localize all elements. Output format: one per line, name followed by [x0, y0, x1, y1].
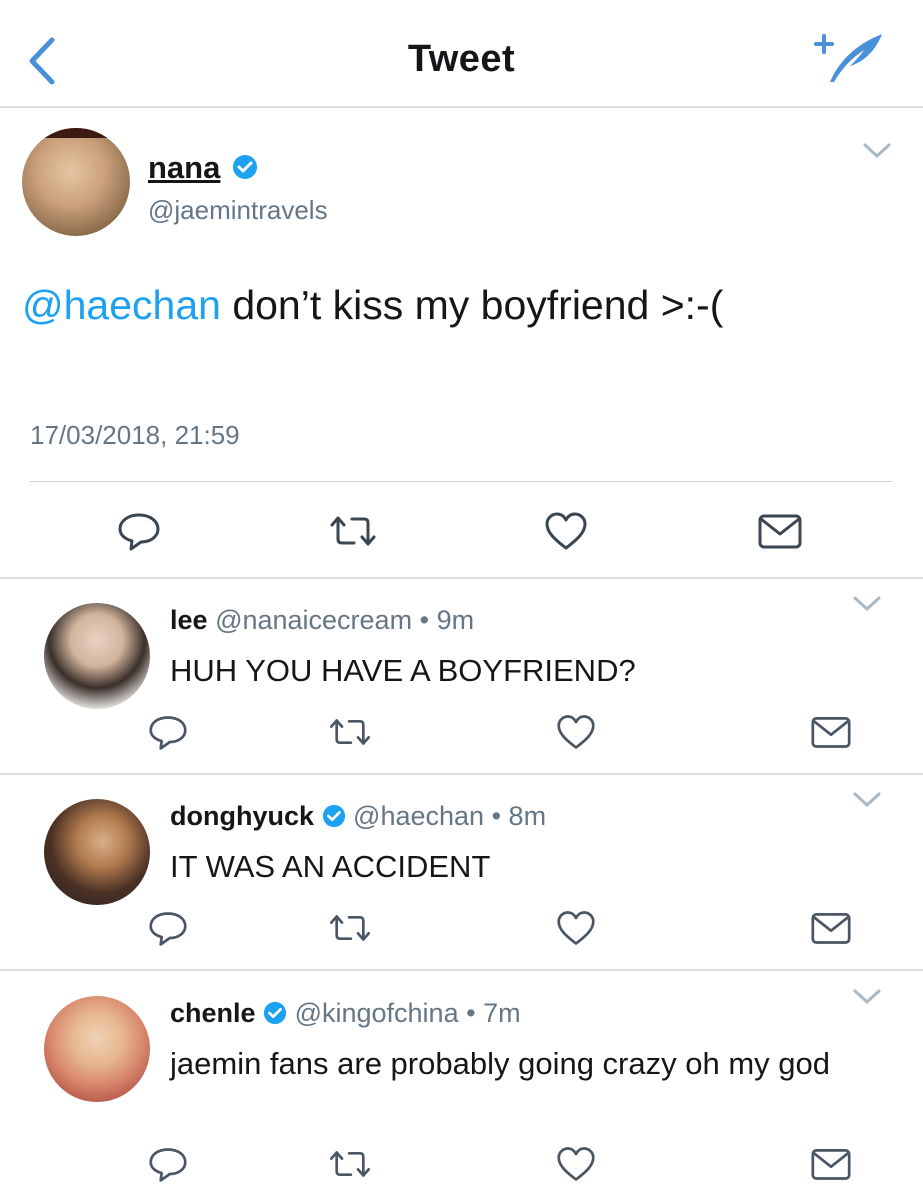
- reply-text: IT WAS AN ACCIDENT: [170, 849, 491, 884]
- compose-tweet-icon: [814, 34, 882, 82]
- direct-message-icon: [811, 717, 851, 748]
- reply-author-handle[interactable]: @haechan: [353, 801, 484, 831]
- retweet-icon: [330, 1151, 370, 1177]
- reply-button[interactable]: [148, 908, 192, 952]
- verified-badge-icon: [263, 1001, 287, 1025]
- divider: [30, 481, 892, 482]
- separator-dot: •: [466, 998, 476, 1028]
- page-title: Tweet: [407, 38, 516, 80]
- retweet-icon: [330, 516, 376, 546]
- reply-text: HUH YOU HAVE A BOYFRIEND?: [170, 653, 636, 688]
- separator-dot: •: [491, 801, 502, 831]
- like-button[interactable]: [556, 712, 600, 756]
- direct-message-button[interactable]: [810, 712, 854, 756]
- retweet-icon: [330, 915, 370, 941]
- chevron-down-icon: [863, 143, 891, 159]
- divider: [0, 577, 923, 579]
- retweet-icon: [330, 719, 370, 745]
- like-icon: [545, 512, 587, 550]
- reply-author-name[interactable]: donghyuck: [170, 801, 314, 831]
- verified-badge-icon: [232, 154, 258, 180]
- reply-button[interactable]: [117, 509, 161, 553]
- avatar[interactable]: [22, 128, 130, 236]
- chevron-down-icon: [853, 989, 881, 1005]
- header-divider: [0, 106, 923, 108]
- author-name[interactable]: nana: [148, 150, 220, 186]
- like-button[interactable]: [556, 908, 600, 952]
- direct-message-button[interactable]: [757, 509, 802, 553]
- reply-header: chenle @kingofchina • 7m: [170, 998, 521, 1029]
- avatar[interactable]: [44, 603, 150, 709]
- reply-author-handle[interactable]: @nanaicecream: [215, 605, 412, 635]
- direct-message-icon: [811, 913, 851, 944]
- reply-icon: [149, 716, 187, 750]
- separator-dot: •: [419, 605, 430, 635]
- reply-icon: [118, 513, 160, 551]
- like-button[interactable]: [544, 509, 588, 553]
- reply-icon: [149, 1148, 187, 1182]
- tweet-timestamp: 17/03/2018, 21:59: [30, 420, 240, 450]
- like-icon: [557, 715, 595, 749]
- retweet-button[interactable]: [326, 509, 376, 553]
- reply-header: lee @nanaicecream • 9m: [170, 605, 474, 636]
- reply-button[interactable]: [148, 1144, 192, 1188]
- reply-time: 8m: [508, 801, 547, 831]
- retweet-button[interactable]: [326, 1144, 370, 1188]
- retweet-button[interactable]: [326, 908, 370, 952]
- reply-author-name[interactable]: lee: [170, 605, 208, 635]
- reply-time: 7m: [483, 998, 521, 1028]
- like-icon: [557, 1147, 595, 1181]
- tweet-options-button[interactable]: [852, 791, 882, 809]
- tweet-options-button[interactable]: [852, 988, 882, 1006]
- compose-tweet-button[interactable]: [808, 28, 888, 88]
- tweet-options-button[interactable]: [862, 142, 892, 160]
- verified-badge-icon: [322, 804, 346, 828]
- direct-message-icon: [811, 1149, 851, 1180]
- tweet-text: @haechan don’t kiss my boyfriend >:-(: [22, 282, 723, 329]
- reply-author-name[interactable]: chenle: [170, 998, 256, 1028]
- like-button[interactable]: [556, 1144, 600, 1188]
- direct-message-button[interactable]: [810, 1144, 854, 1188]
- reply-text: jaemin fans are probably going crazy oh …: [170, 1046, 830, 1081]
- tweet-options-button[interactable]: [852, 595, 882, 613]
- divider: [0, 969, 923, 971]
- reply-author-handle[interactable]: @kingofchina: [295, 998, 459, 1028]
- chevron-down-icon: [853, 792, 881, 808]
- retweet-button[interactable]: [326, 712, 370, 756]
- direct-message-button[interactable]: [810, 908, 854, 952]
- reply-header: donghyuck @haechan • 8m: [170, 801, 546, 832]
- like-icon: [557, 911, 595, 945]
- reply-time: 9m: [436, 605, 475, 635]
- avatar[interactable]: [44, 996, 150, 1102]
- mention-link[interactable]: @haechan: [22, 282, 221, 328]
- author-handle[interactable]: @jaemintravels: [148, 195, 328, 226]
- divider: [0, 773, 923, 775]
- reply-icon: [149, 912, 187, 946]
- direct-message-icon: [758, 514, 802, 549]
- avatar[interactable]: [44, 799, 150, 905]
- tweet-body: don’t kiss my boyfriend >:-(: [220, 282, 724, 328]
- reply-button[interactable]: [148, 712, 192, 756]
- chevron-down-icon: [853, 596, 881, 612]
